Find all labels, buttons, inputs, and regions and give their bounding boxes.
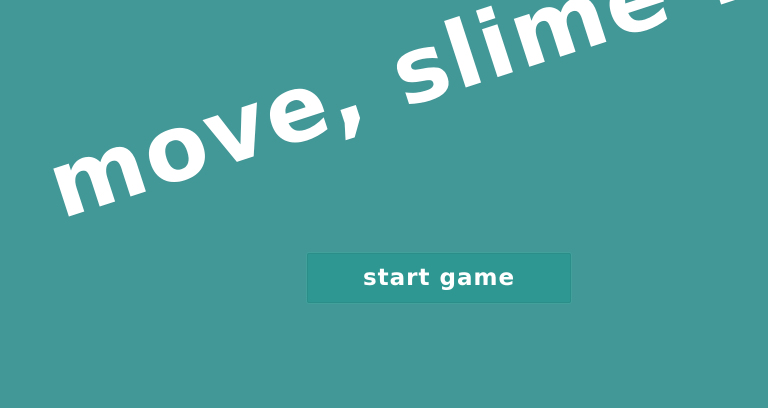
game-title: move, slime !	[35, 0, 758, 240]
start-game-button[interactable]: start game	[306, 252, 572, 304]
title-container: move, slime !	[10, 0, 757, 240]
start-game-label: start game	[362, 265, 516, 291]
